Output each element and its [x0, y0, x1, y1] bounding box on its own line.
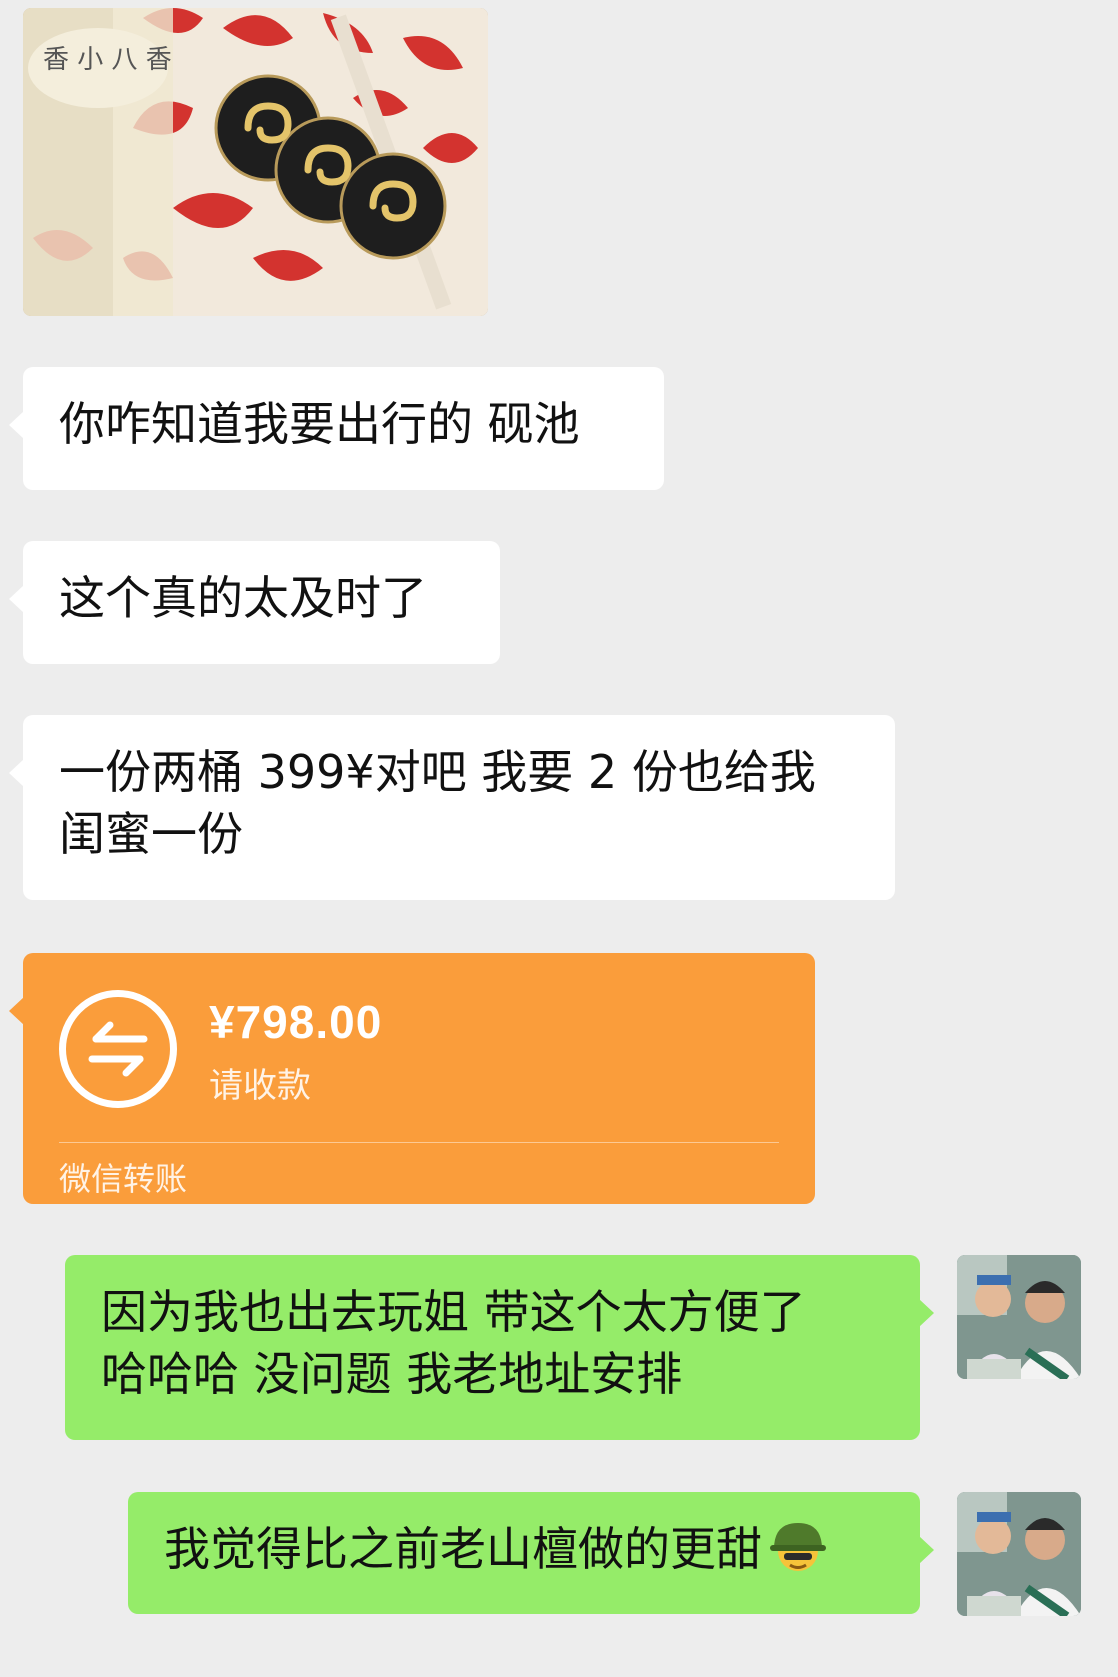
incoming-message-3[interactable]: 一份两桶 399¥对吧 我要 2 份也给我 闺蜜一份	[9, 715, 895, 900]
incoming-message-2[interactable]: 这个真的太及时了	[9, 541, 500, 664]
message-text-line-1: 一份两桶 399¥对吧 我要 2 份也给我	[59, 745, 816, 799]
wechat-transfer-card[interactable]: ¥798.00 请收款 微信转账	[9, 953, 815, 1204]
army-helmet-emoji-icon	[768, 1519, 828, 1575]
outgoing-message-2[interactable]: 我觉得比之前老山檀做的更甜	[128, 1492, 934, 1614]
divider	[59, 1142, 779, 1143]
message-text-line-1: 因为我也出去玩姐 带这个太方便了	[101, 1285, 806, 1339]
message-text: 你咋知道我要出行的 砚池	[59, 397, 580, 451]
transfer-footer-label: 微信转账	[59, 1160, 188, 1198]
message-text: 我觉得比之前老山檀做的更甜	[164, 1522, 762, 1576]
transfer-amount: ¥798.00	[209, 996, 383, 1048]
transfer-icon	[59, 990, 177, 1108]
photo-printed-text: 香 小 八 香	[43, 45, 172, 75]
message-text-line-2: 闺蜜一份	[59, 807, 243, 861]
incoming-message-1[interactable]: 你咋知道我要出行的 砚池	[9, 367, 664, 490]
message-text: 这个真的太及时了	[59, 571, 427, 625]
photo-message[interactable]: 香 小 八 香	[23, 8, 488, 316]
outgoing-message-1[interactable]: 因为我也出去玩姐 带这个太方便了 哈哈哈 没问题 我老地址安排	[65, 1255, 934, 1440]
avatar[interactable]	[957, 1492, 1081, 1616]
incense-photo: 香 小 八 香	[23, 8, 488, 316]
transfer-status: 请收款	[209, 1066, 311, 1106]
avatar[interactable]	[957, 1255, 1081, 1379]
message-text-line-2: 哈哈哈 没问题 我老地址安排	[101, 1347, 683, 1401]
